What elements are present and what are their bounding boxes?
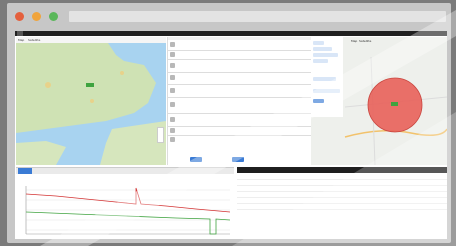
telemetry-chart-panel	[16, 167, 234, 239]
chart-plot	[25, 186, 231, 235]
minimize-window-button[interactable]	[32, 12, 41, 21]
detail-action-button[interactable]	[232, 157, 244, 162]
row-icon	[170, 128, 175, 133]
chart-tab[interactable]	[74, 168, 78, 174]
app-toolbar	[15, 31, 447, 36]
map-controls[interactable]	[157, 127, 164, 143]
detail-row	[168, 84, 311, 98]
detail-action-button[interactable]	[190, 157, 202, 162]
detail-row	[168, 97, 311, 114]
chart-tab[interactable]	[116, 168, 120, 174]
detail-row	[168, 113, 311, 127]
series-line-green	[25, 211, 231, 235]
chart-tab[interactable]	[96, 168, 100, 174]
close-window-button[interactable]	[15, 12, 24, 21]
vehicle-marker-icon	[391, 102, 398, 106]
table-row[interactable]	[237, 204, 447, 210]
browser-window: Map Satellite Map Satellite	[7, 3, 451, 243]
tab-map[interactable]: Map	[18, 38, 24, 42]
zone-map-canvas	[344, 56, 447, 165]
detail-panel	[167, 37, 311, 165]
row-icon	[170, 117, 175, 122]
detail-row	[168, 59, 311, 73]
row-icon	[170, 102, 175, 107]
chart-tab[interactable]	[52, 168, 56, 174]
title-bar	[7, 3, 451, 29]
chart-tab[interactable]	[34, 168, 38, 174]
row-icon	[170, 42, 175, 47]
row-icon	[170, 75, 175, 80]
table-header	[237, 167, 447, 173]
app-screen: Map Satellite Map Satellite	[15, 31, 447, 239]
tab-satellite[interactable]: Satellite	[28, 38, 40, 42]
row-icon	[170, 63, 175, 68]
row-icon	[170, 88, 175, 93]
chart-tabs	[16, 168, 234, 174]
events-table	[237, 167, 447, 239]
detail-row	[168, 135, 311, 143]
chart-tab[interactable]	[140, 168, 144, 174]
toolbar-logo-icon	[17, 31, 23, 36]
overview-map[interactable]: Map Satellite	[16, 37, 166, 165]
chart-tab[interactable]	[18, 168, 32, 174]
chart-tab[interactable]	[166, 168, 170, 174]
zone-map[interactable]: Map Satellite	[311, 37, 447, 165]
address-bar[interactable]	[69, 11, 446, 22]
map-terrain	[16, 43, 166, 165]
row-icon	[170, 137, 175, 142]
maximize-window-button[interactable]	[49, 12, 58, 21]
row-icon	[170, 52, 175, 57]
